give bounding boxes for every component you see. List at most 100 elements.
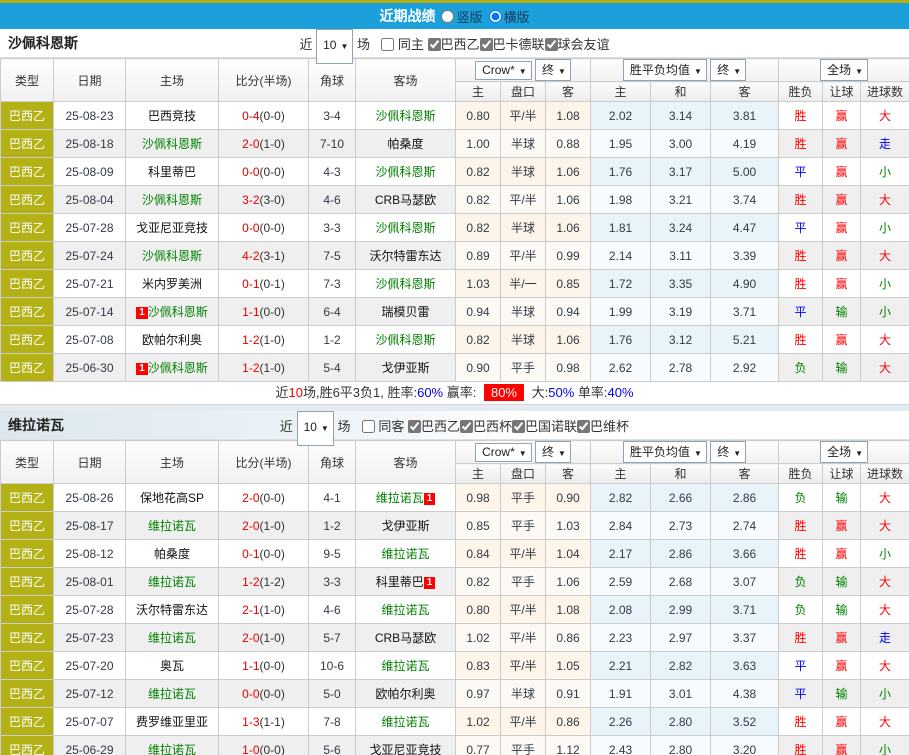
home-team-name[interactable]: 科里蒂巴: [148, 165, 196, 179]
league-label: 巴西乙: [441, 37, 480, 52]
same-venue-option[interactable]: 同客: [362, 419, 405, 434]
topbar: 近期战绩 竖版 横版: [0, 3, 909, 29]
avg-draw-value: 2.80: [651, 736, 711, 755]
away-team-name[interactable]: 戈亚尼亚竞技: [369, 743, 441, 755]
away-team-name[interactable]: 沃尔特雷东达: [369, 249, 441, 263]
league-checkbox[interactable]: [577, 420, 590, 433]
away-team-name[interactable]: 沙佩科恩斯: [375, 109, 435, 123]
away-team-name[interactable]: 沙佩科恩斯: [375, 221, 435, 235]
league-badge: 巴西乙: [1, 214, 54, 242]
away-team-name[interactable]: 科里蒂巴: [376, 575, 424, 589]
home-team-name[interactable]: 欧帕尔利奥: [142, 333, 202, 347]
handicap-value: 平/半: [501, 708, 546, 736]
avg-home-value: 1.72: [591, 270, 651, 298]
same-venue-checkbox[interactable]: [362, 420, 375, 433]
table-row: 巴西乙 25-08-12 帕桑度 0-1(0-0) 9-5 维拉诺瓦 0.84 …: [1, 540, 909, 568]
league-filter-option[interactable]: 球会友谊: [545, 37, 610, 52]
goals-flag: 大: [861, 568, 909, 596]
home-team-name[interactable]: 费罗维亚里亚: [136, 715, 208, 729]
home-team-name[interactable]: 米内罗美洲: [142, 277, 202, 291]
away-team-name[interactable]: 维拉诺瓦: [376, 491, 424, 505]
away-team-name[interactable]: 沙佩科恩斯: [375, 277, 435, 291]
league-checkbox[interactable]: [408, 420, 421, 433]
away-team-name[interactable]: 维拉诺瓦: [381, 547, 429, 561]
handicap-value: 半球: [501, 298, 546, 326]
away-team-name[interactable]: 戈伊亚斯: [381, 361, 429, 375]
league-filter-option[interactable]: 巴西杯: [460, 419, 512, 434]
home-odds-value: 0.98: [456, 484, 501, 512]
home-team-name[interactable]: 维拉诺瓦: [148, 743, 196, 755]
away-team-cell: 沙佩科恩斯: [356, 270, 456, 298]
away-team-name[interactable]: 欧帕尔利奥: [375, 687, 435, 701]
home-team-name[interactable]: 奥瓦: [160, 659, 184, 673]
home-team-name[interactable]: 维拉诺瓦: [148, 631, 196, 645]
result-flag: 胜: [779, 326, 823, 354]
league-filter-option[interactable]: 巴维杯: [577, 419, 629, 434]
home-team-name[interactable]: 沙佩科恩斯: [148, 305, 208, 319]
home-team-name[interactable]: 保地花高SP: [140, 491, 204, 505]
goals-flag: 大: [861, 652, 909, 680]
league-filter-option[interactable]: 巴国诺联: [512, 419, 577, 434]
avg-draw-value: 3.11: [651, 242, 711, 270]
halftime-score: (3-1): [260, 249, 285, 263]
halftime-score: (0-0): [260, 221, 285, 235]
home-team-name[interactable]: 维拉诺瓦: [148, 575, 196, 589]
home-team-name[interactable]: 沙佩科恩斯: [142, 193, 202, 207]
home-team-name[interactable]: 沙佩科恩斯: [148, 361, 208, 375]
avg-away-value: 3.81: [711, 102, 779, 130]
away-team-name[interactable]: 帕桑度: [387, 137, 423, 151]
match-count-select[interactable]: 10▼: [297, 411, 334, 446]
same-venue-checkbox[interactable]: [381, 38, 394, 51]
away-team-name[interactable]: 瑞模贝雷: [381, 305, 429, 319]
away-team-name[interactable]: 沙佩科恩斯: [375, 165, 435, 179]
away-team-cell: 维拉诺瓦: [356, 540, 456, 568]
league-checkbox[interactable]: [545, 38, 558, 51]
league-filter-option[interactable]: 巴西乙: [428, 37, 480, 52]
handicap-value: 半球: [501, 214, 546, 242]
avg-draw-value: 2.73: [651, 512, 711, 540]
home-team-name[interactable]: 帕桑度: [154, 547, 190, 561]
away-team-name[interactable]: CRB马瑟欧: [375, 631, 436, 645]
away-team-name[interactable]: 沙佩科恩斯: [375, 333, 435, 347]
vertical-layout-radio[interactable]: [441, 10, 454, 23]
fulltime-score: 1-2: [242, 361, 259, 375]
league-checkbox[interactable]: [512, 420, 525, 433]
home-odds-value: 0.82: [456, 214, 501, 242]
fulltime-score: 1-1: [242, 659, 259, 673]
league-checkbox[interactable]: [480, 38, 493, 51]
league-filter-option[interactable]: 巴卡德联: [480, 37, 545, 52]
home-team-name[interactable]: 沙佩科恩斯: [142, 137, 202, 151]
away-team-name[interactable]: 维拉诺瓦: [381, 659, 429, 673]
home-team-name[interactable]: 沃尔特雷东达: [136, 603, 208, 617]
horizontal-layout-option[interactable]: 横版: [489, 7, 530, 26]
home-team-name[interactable]: 维拉诺瓦: [148, 519, 196, 533]
away-odds-value: 1.08: [546, 102, 591, 130]
home-team-name[interactable]: 沙佩科恩斯: [142, 249, 202, 263]
section-header: 沙佩科恩斯 近 10▼ 场 同主 巴西乙巴卡德联球会友谊: [0, 29, 909, 58]
match-count-select[interactable]: 10▼: [316, 29, 353, 64]
home-odds-value: 0.80: [456, 596, 501, 624]
summary-stats: 近10场,胜6平3负1, 胜率:60% 赢率: 80% 大:50% 单率:40%: [0, 382, 909, 405]
table-row: 巴西乙 25-07-07 费罗维亚里亚 1-3(1-1) 7-8 维拉诺瓦 1.…: [1, 708, 909, 736]
same-venue-option[interactable]: 同主: [381, 37, 424, 52]
league-label: 巴维杯: [590, 419, 629, 434]
league-checkbox[interactable]: [428, 38, 441, 51]
col-type: 类型: [1, 441, 54, 484]
away-team-name[interactable]: CRB马瑟欧: [375, 193, 436, 207]
horizontal-layout-radio[interactable]: [489, 10, 502, 23]
avg-away-value: 2.74: [711, 512, 779, 540]
home-team-name[interactable]: 戈亚尼亚竞技: [136, 221, 208, 235]
away-team-name[interactable]: 戈伊亚斯: [381, 519, 429, 533]
league-badge: 巴西乙: [1, 158, 54, 186]
away-team-name[interactable]: 维拉诺瓦: [381, 603, 429, 617]
match-date: 25-07-12: [54, 680, 126, 708]
home-team-name[interactable]: 维拉诺瓦: [148, 687, 196, 701]
league-checkbox[interactable]: [460, 420, 473, 433]
avg-draw-value: 3.00: [651, 130, 711, 158]
vertical-layout-option[interactable]: 竖版: [441, 7, 482, 26]
handicap-value: 平/半: [501, 624, 546, 652]
home-team-name[interactable]: 巴西竞技: [148, 109, 196, 123]
away-team-name[interactable]: 维拉诺瓦: [381, 715, 429, 729]
league-filter-option[interactable]: 巴西乙: [408, 419, 460, 434]
away-odds-value: 1.06: [546, 186, 591, 214]
